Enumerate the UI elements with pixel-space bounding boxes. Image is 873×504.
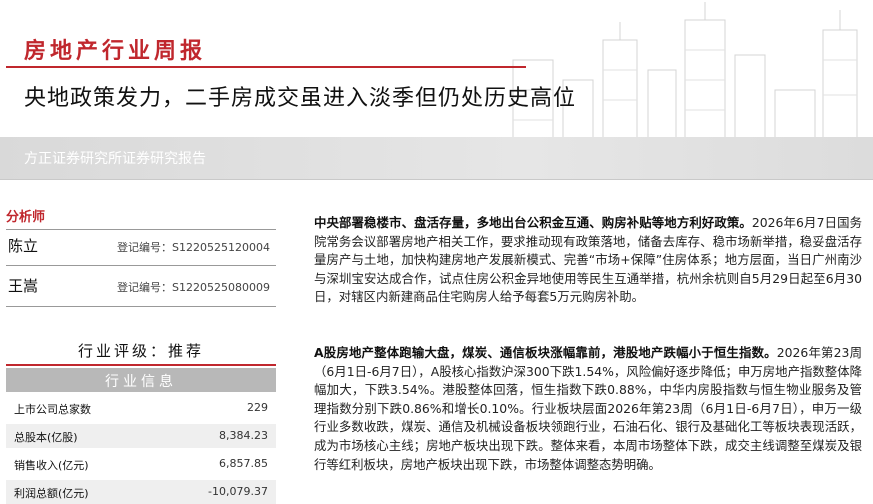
report-headline: 央地政策发力，二手房成交虽进入淡季但仍处历史高位	[24, 86, 577, 111]
info-value: -10,079.37	[208, 485, 268, 498]
band-strip	[0, 179, 873, 180]
analyst-row: 王嵩 登记编号：S1220525080009	[6, 272, 276, 302]
summary-paragraph-policy: 中央部署稳楼市、盘活存量，多地出台公积金互通、购房补贴等地方利好政策。2026年…	[314, 214, 862, 307]
analyst-row: 陈立 登记编号：S1220525120004	[6, 232, 276, 262]
analyst-name: 王嵩	[8, 277, 39, 295]
analyst-heading: 分析师	[6, 210, 46, 225]
info-key: 上市公司总家数	[14, 403, 91, 416]
info-key: 总股本(亿股)	[14, 431, 78, 444]
info-key: 销售收入(亿元)	[14, 459, 89, 472]
paragraph-lead: 中央部署稳楼市、盘活存量，多地出台公积金互通、购房补贴等地方利好政策。	[314, 215, 752, 230]
summary-paragraph-market: A股房地产整体跑输大盘，煤炭、通信板块涨幅靠前，港股地产跌幅小于恒生指数。202…	[314, 344, 862, 474]
paragraph-lead: A股房地产整体跑输大盘，煤炭、通信板块涨幅靠前，港股地产跌幅小于恒生指数。	[314, 345, 777, 360]
divider	[6, 306, 276, 307]
analyst-name: 陈立	[8, 237, 39, 255]
info-key: 利润总额(亿元)	[14, 487, 89, 500]
paragraph-text: 2026年第23周（6月1日-6月7日），A股核心指数沪深300下跌1.54%，…	[314, 345, 862, 472]
industry-rating: 行业评级：推荐	[6, 336, 276, 366]
report-title: 房地产行业周报	[24, 39, 207, 64]
analyst-registration: 登记编号：S1220525120004	[117, 241, 270, 254]
report-header: 房地产行业周报 央地政策发力，二手房成交虽进入淡季但仍处历史高位 方正证券研究所…	[0, 0, 873, 180]
info-row: 销售收入(亿元) 6,857.85	[6, 452, 276, 476]
divider	[6, 229, 276, 230]
industry-info-heading: 行业信息	[6, 368, 276, 392]
info-value: 6,857.85	[219, 457, 268, 470]
divider	[6, 265, 276, 266]
info-row: 利润总额(亿元) -10,079.37	[6, 480, 276, 504]
title-divider	[6, 66, 526, 68]
analyst-registration: 登记编号：S1220525080009	[117, 281, 270, 294]
info-row: 总股本(亿股) 8,384.23	[6, 424, 276, 448]
info-value: 8,384.23	[219, 429, 268, 442]
institution-name: 方正证券研究所证券研究报告	[24, 151, 206, 167]
info-row: 上市公司总家数 229	[6, 396, 276, 420]
info-value: 229	[247, 401, 268, 414]
institution-band: 方正证券研究所证券研究报告	[0, 137, 873, 179]
